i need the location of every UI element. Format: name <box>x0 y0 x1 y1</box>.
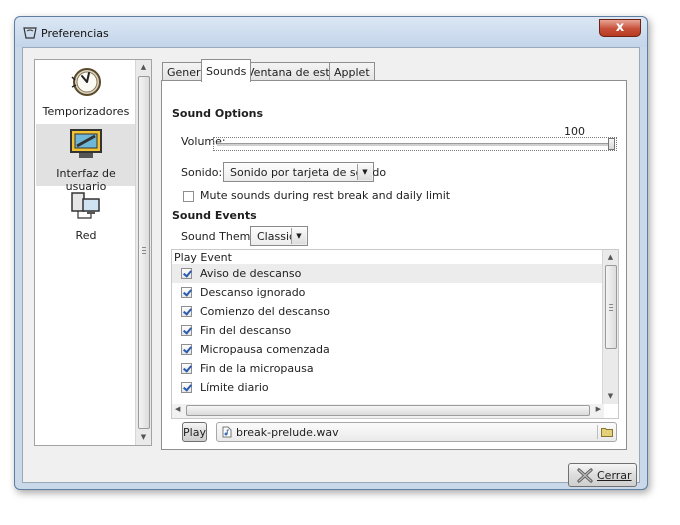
sound-theme-select[interactable]: Classic ▼ <box>250 226 308 246</box>
list-item[interactable]: Fin del descanso <box>172 321 604 340</box>
events-hscroll-thumb[interactable] <box>186 405 590 416</box>
event-checkbox[interactable] <box>181 325 192 336</box>
event-checkbox[interactable] <box>181 382 192 393</box>
tab-applet[interactable]: Applet <box>329 62 375 81</box>
app-icon <box>23 27 37 39</box>
network-computers-icon <box>71 192 100 219</box>
sidebar-item-red[interactable]: Red <box>36 186 136 248</box>
sidebar-item-temporizadores[interactable]: Temporizadores <box>36 62 136 124</box>
play-event-column-header: Play Event <box>174 251 232 264</box>
event-label: Micropausa comenzada <box>200 343 330 356</box>
chevron-down-icon: ▼ <box>357 164 372 180</box>
cerrar-label: Cerrar <box>597 469 632 482</box>
scroll-left-icon[interactable]: ◀ <box>175 405 180 413</box>
scroll-up-icon[interactable]: ▲ <box>136 60 151 75</box>
sidebar-scroll-thumb[interactable] <box>138 76 150 429</box>
sounds-panel: Sound Options 100 Volume: Sonido: Sonido… <box>161 80 627 450</box>
sidebar-item-interfaz[interactable]: Interfaz de usuario <box>36 124 136 193</box>
event-checkbox[interactable] <box>181 363 192 374</box>
folder-icon[interactable] <box>601 427 613 437</box>
sound-file-chooser[interactable]: break-prelude.wav <box>216 422 617 442</box>
chevron-down-icon: ▼ <box>291 228 306 244</box>
cerrar-button[interactable]: Cerrar <box>568 463 637 487</box>
event-label: Descanso ignorado <box>200 286 306 299</box>
event-label: Comienzo del descanso <box>200 305 330 318</box>
sound-theme-label: Sound Theme: <box>181 230 261 243</box>
audio-file-icon <box>222 426 232 438</box>
list-item[interactable]: Comienzo del descanso <box>172 302 604 321</box>
event-label: Fin del descanso <box>200 324 292 337</box>
list-item[interactable]: Aviso de descanso <box>172 264 604 283</box>
event-checkbox[interactable] <box>181 287 192 298</box>
window-title: Preferencias <box>41 27 109 40</box>
event-label: Fin de la micropausa <box>200 362 314 375</box>
play-button[interactable]: Play <box>182 422 207 442</box>
window-close-button[interactable]: x <box>599 19 641 37</box>
sidebar-item-label: Temporizadores <box>42 105 130 118</box>
window-client-area: Temporizadores Interfaz de usuario Red ▲… <box>22 47 640 487</box>
scroll-right-icon[interactable]: ▶ <box>596 405 601 413</box>
list-item[interactable]: Micropausa comenzada <box>172 340 604 359</box>
mute-label: Mute sounds during rest break and daily … <box>200 189 451 202</box>
events-scroll-thumb[interactable] <box>605 265 617 349</box>
close-icon: x <box>615 20 625 35</box>
scroll-down-icon[interactable]: ▼ <box>603 389 618 404</box>
sound-options-heading: Sound Options <box>172 107 264 120</box>
volume-slider-handle[interactable] <box>608 138 615 150</box>
event-checkbox[interactable] <box>181 268 192 279</box>
events-list-hscrollbar[interactable]: ◀ ▶ <box>172 404 604 418</box>
sidebar-item-label: Red <box>75 229 97 242</box>
tab-sounds[interactable]: Sounds <box>201 59 252 82</box>
sonido-select[interactable]: Sonido por tarjeta de sonido ▼ <box>223 162 386 182</box>
events-list-scrollbar[interactable]: ▲ ▼ <box>602 250 618 404</box>
sound-theme-value: Classic <box>257 230 296 243</box>
category-sidebar: Temporizadores Interfaz de usuario Red ▲… <box>34 59 152 446</box>
stopwatch-icon <box>71 68 101 96</box>
mute-checkbox[interactable] <box>183 191 194 202</box>
sound-events-list: Play Event Aviso de descanso Descanso ig… <box>171 249 619 419</box>
close-x-icon <box>577 468 593 483</box>
sound-file-name: break-prelude.wav <box>236 426 339 439</box>
list-item[interactable]: Fin de la micropausa <box>172 359 604 378</box>
sound-events-heading: Sound Events <box>172 209 257 222</box>
event-checkbox[interactable] <box>181 306 192 317</box>
volume-slider[interactable] <box>213 137 617 151</box>
preferences-window: Preferencias x Temporizadores Interfaz d… <box>14 16 648 490</box>
sonido-label: Sonido: <box>181 166 223 179</box>
event-checkbox[interactable] <box>181 344 192 355</box>
scroll-up-icon[interactable]: ▲ <box>603 250 618 265</box>
list-item[interactable]: Descanso ignorado <box>172 283 604 302</box>
scroll-down-icon[interactable]: ▼ <box>136 430 151 445</box>
monitor-paint-icon <box>70 129 102 158</box>
list-item[interactable]: Límite diario <box>172 378 604 397</box>
event-label: Límite diario <box>200 381 269 394</box>
title-bar[interactable]: Preferencias x <box>15 17 647 47</box>
event-label: Aviso de descanso <box>200 267 302 280</box>
sidebar-scrollbar[interactable]: ▲ ▼ <box>135 60 151 445</box>
